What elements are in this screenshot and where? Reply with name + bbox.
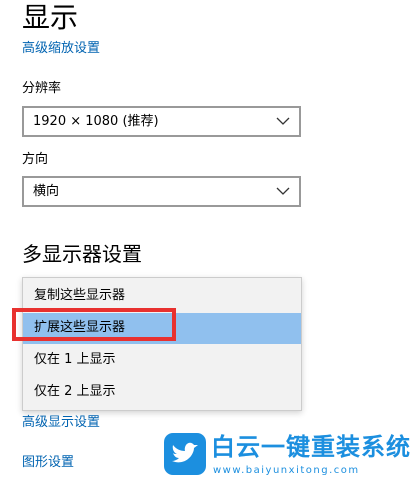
watermark-title: 白云一键重装系统: [211, 433, 411, 461]
resolution-label: 分辨率: [22, 81, 62, 96]
advanced-scaling-link[interactable]: 高级缩放设置: [22, 40, 100, 58]
advanced-display-link[interactable]: 高级显示设置: [22, 414, 100, 432]
page-title: 显示: [22, 1, 79, 34]
chevron-down-icon: [276, 187, 290, 195]
watermark-url: www.baiyunxitong.com: [213, 465, 360, 476]
option-duplicate-displays[interactable]: 复制这些显示器: [23, 281, 301, 312]
multi-display-dropdown-list: 复制这些显示器 扩展这些显示器 仅在 1 上显示 仅在 2 上显示: [22, 277, 302, 411]
orientation-dropdown[interactable]: 横向: [22, 176, 301, 207]
chevron-down-icon: [276, 117, 290, 125]
resolution-value: 1920 × 1080 (推荐): [33, 114, 159, 129]
option-label: 仅在 1 上显示: [34, 352, 116, 367]
resolution-dropdown[interactable]: 1920 × 1080 (推荐): [22, 106, 301, 137]
multi-display-title: 多显示器设置: [22, 242, 142, 266]
option-label: 扩展这些显示器: [34, 320, 126, 335]
option-label: 仅在 2 上显示: [34, 384, 116, 399]
graphics-settings-link[interactable]: 图形设置: [22, 454, 74, 472]
option-label: 复制这些显示器: [34, 288, 126, 303]
option-show-only-2[interactable]: 仅在 2 上显示: [23, 377, 301, 408]
option-show-only-1[interactable]: 仅在 1 上显示: [23, 345, 301, 376]
bird-logo-icon: [164, 433, 206, 475]
orientation-label: 方向: [22, 152, 49, 167]
option-extend-displays[interactable]: 扩展这些显示器: [23, 313, 301, 344]
orientation-value: 横向: [33, 184, 60, 199]
